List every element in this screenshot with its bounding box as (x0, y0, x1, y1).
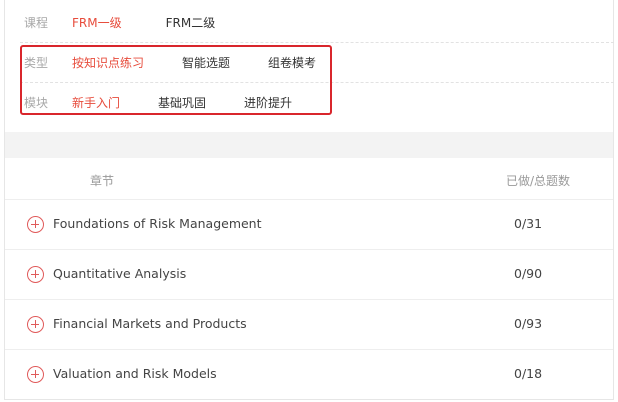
chapter-title[interactable]: Foundations of Risk Management (53, 216, 262, 231)
plus-circle-icon[interactable] (27, 366, 44, 383)
chapter-count: 0/18 (514, 366, 543, 381)
chapter-title[interactable]: Quantitative Analysis (53, 266, 186, 281)
chapter-row[interactable]: Quantitative Analysis 0/90 (5, 250, 613, 300)
annotation-highlight-box (20, 45, 332, 115)
course-option-frm2[interactable]: FRM二级 (166, 14, 216, 31)
chapter-row[interactable]: Financial Markets and Products 0/93 (5, 300, 613, 350)
chapter-count: 0/93 (514, 316, 543, 331)
chapter-count: 0/90 (514, 266, 543, 281)
filter-label-course: 课程 (24, 15, 49, 30)
chapter-title[interactable]: Valuation and Risk Models (53, 366, 217, 381)
chapter-row[interactable]: Foundations of Risk Management 0/31 (5, 200, 613, 250)
chapter-row[interactable]: Valuation and Risk Models 0/18 (5, 350, 613, 400)
plus-circle-icon[interactable] (27, 216, 44, 233)
header-progress: 已做/总题数 (506, 174, 571, 188)
course-option-frm1[interactable]: FRM一级 (72, 14, 122, 31)
filter-row-course: 课程 FRM一级 FRM二级 (20, 2, 614, 42)
chapter-count: 0/31 (514, 216, 543, 231)
header-chapter: 章节 (90, 174, 115, 188)
section-separator (5, 132, 613, 158)
plus-circle-icon[interactable] (27, 266, 44, 283)
plus-circle-icon[interactable] (27, 316, 44, 333)
chapter-title[interactable]: Financial Markets and Products (53, 316, 247, 331)
chapter-table-header: 章节 已做/总题数 (5, 158, 613, 200)
